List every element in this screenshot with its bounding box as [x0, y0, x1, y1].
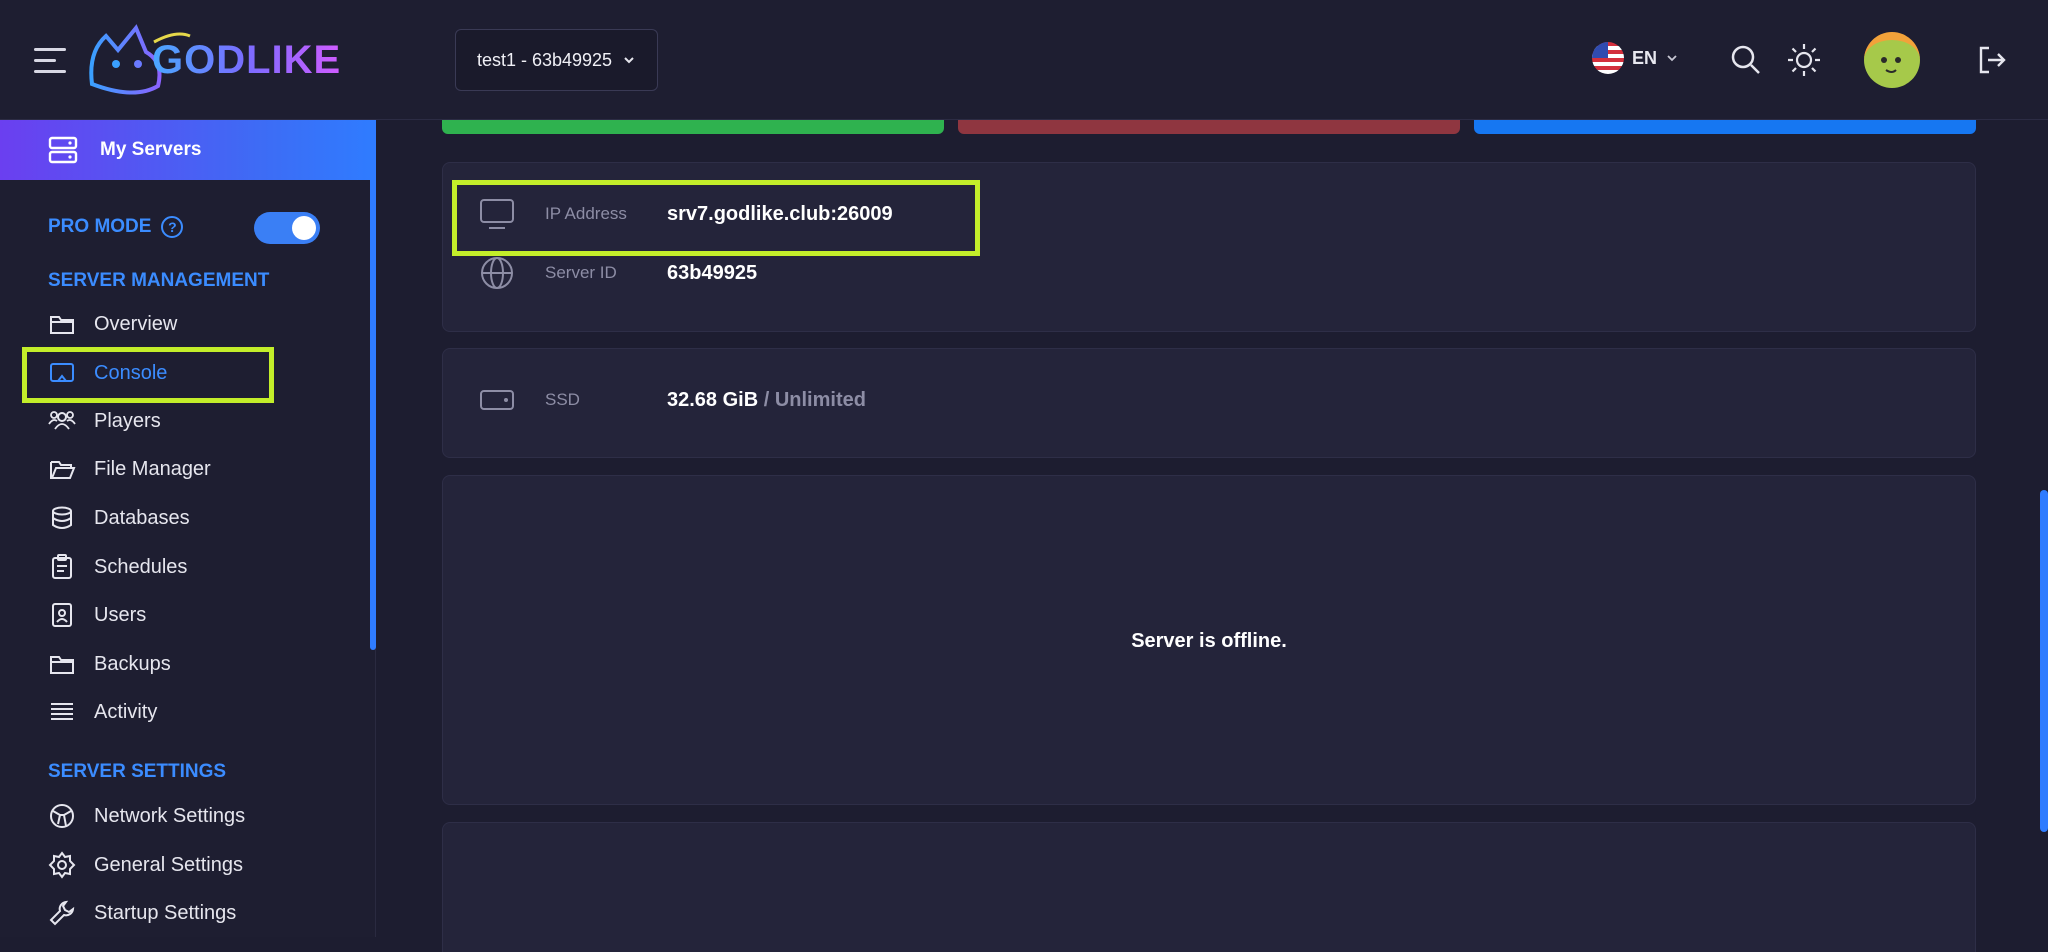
language-selector[interactable]: EN	[1592, 42, 1679, 74]
logout-icon[interactable]	[1970, 38, 2014, 82]
ssd-separator: /	[758, 388, 775, 411]
sidebar-item-file-manager[interactable]: File Manager	[48, 451, 211, 487]
folder-open-icon	[50, 461, 76, 479]
ip-address-highlight-box	[452, 180, 980, 256]
sidebar-item-overview[interactable]: Overview	[48, 306, 177, 342]
main-scrollbar[interactable]	[2040, 490, 2048, 832]
my-servers-label: My Servers	[100, 139, 202, 160]
server-id-value[interactable]: 63b49925	[667, 262, 757, 285]
pro-mode-label: PRO MODE	[48, 216, 152, 237]
restart-button[interactable]	[1474, 120, 1976, 134]
sidebar-item-general-settings[interactable]: General Settings	[48, 847, 243, 883]
sidebar-item-users[interactable]: Users	[48, 597, 146, 633]
server-id-label: Server ID	[545, 263, 617, 282]
storage-card: SSD 32.68 GiB / Unlimited	[442, 348, 1976, 458]
sidebar-item-my-servers[interactable]: My Servers	[0, 120, 376, 180]
ssd-used: 32.68 GiB	[667, 388, 759, 411]
server-select-label: test1 - 63b49925	[476, 49, 613, 70]
ssd-row: SSD 32.68 GiB / Unlimited	[479, 385, 866, 415]
sidebar-item-activity[interactable]: Activity	[48, 694, 157, 730]
ssd-label: SSD	[545, 390, 580, 409]
pro-mode-toggle[interactable]	[254, 212, 320, 244]
server-settings-heading: SERVER SETTINGS	[48, 761, 227, 782]
sidebar-item-backups[interactable]: Backups	[48, 646, 171, 682]
chevron-down-icon	[1667, 55, 1677, 62]
language-label: EN	[1632, 47, 1658, 68]
console-highlight-box	[22, 347, 274, 403]
menu-icon[interactable]	[34, 48, 66, 74]
console-card: Server is offline.	[442, 475, 1976, 805]
servers-icon	[48, 136, 78, 164]
server-management-heading: SERVER MANAGEMENT	[48, 270, 270, 291]
pro-mode: PRO MODE ?	[48, 216, 184, 238]
logo-text: GODLIKE	[152, 37, 342, 82]
server-id-row: Server ID 63b49925	[479, 255, 757, 291]
start-button[interactable]	[442, 120, 944, 134]
stats-card	[442, 822, 1976, 952]
sidebar-item-players[interactable]: Players	[48, 403, 161, 439]
ssd-limit: Unlimited	[774, 388, 866, 411]
server-select[interactable]: test1 - 63b49925	[455, 29, 658, 91]
logo[interactable]: GODLIKE	[84, 22, 341, 98]
theme-toggle-sun-icon[interactable]	[1782, 38, 1826, 82]
globe-icon	[481, 257, 513, 289]
sidebar: My Servers PRO MODE ? SERVER MANAGEMENT …	[0, 120, 376, 937]
server-offline-message: Server is offline.	[1131, 630, 1287, 652]
clipboard-icon	[52, 554, 72, 579]
chevron-down-icon	[624, 57, 634, 64]
sidebar-item-databases[interactable]: Databases	[48, 500, 190, 536]
database-icon	[52, 506, 72, 529]
ssd-value: 32.68 GiB / Unlimited	[667, 389, 866, 412]
search-icon[interactable]	[1724, 38, 1768, 82]
user-badge-icon	[52, 603, 72, 627]
ssd-drive-icon	[480, 390, 514, 410]
sidebar-item-startup-settings[interactable]: Startup Settings	[48, 895, 236, 931]
players-icon	[48, 411, 76, 430]
sidebar-item-schedules[interactable]: Schedules	[48, 549, 187, 585]
wrench-icon	[49, 900, 75, 926]
help-icon[interactable]: ?	[161, 216, 184, 238]
folder-icon	[50, 656, 74, 674]
list-icon	[51, 703, 73, 720]
network-icon	[50, 804, 74, 828]
us-flag-icon	[1592, 42, 1624, 74]
sidebar-item-network-settings[interactable]: Network Settings	[48, 798, 245, 834]
top-bar: GODLIKE test1 - 63b49925 EN	[0, 0, 2048, 120]
stop-button[interactable]	[958, 120, 1460, 134]
gear-icon	[48, 851, 76, 879]
avatar[interactable]	[1864, 32, 1920, 88]
folder-icon	[50, 316, 74, 334]
